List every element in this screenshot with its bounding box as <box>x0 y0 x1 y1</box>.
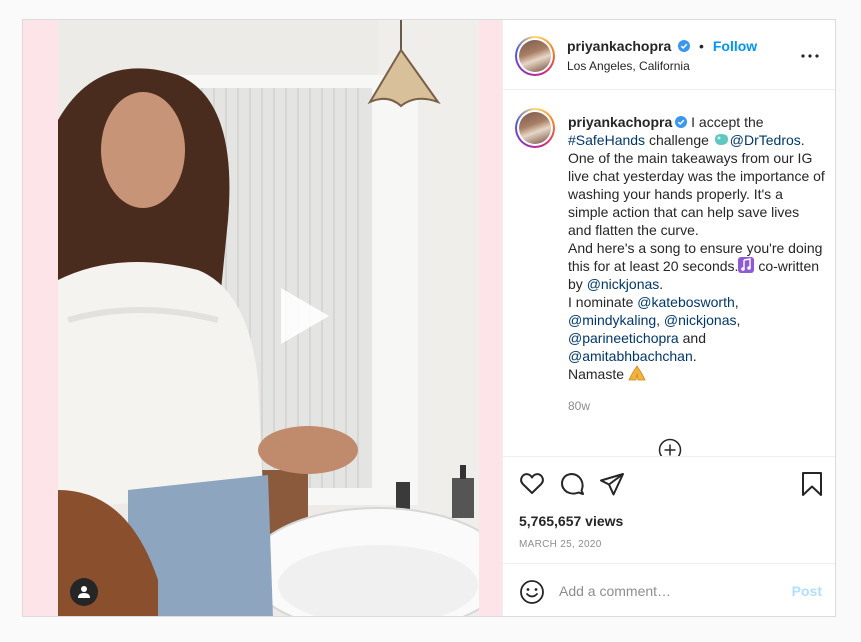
caption-username[interactable]: priyankachopra <box>568 114 672 130</box>
post-date[interactable]: MARCH 25, 2020 <box>519 539 602 550</box>
caption-author-avatar[interactable] <box>515 108 555 148</box>
play-icon <box>281 288 329 344</box>
smiley-icon <box>520 580 544 604</box>
caption-text: and <box>678 330 706 346</box>
mention-link[interactable]: @DrTedros <box>730 132 801 148</box>
comment-bar: Post <box>503 563 835 616</box>
comment-icon <box>561 473 584 495</box>
load-more-comments-button[interactable] <box>658 438 682 456</box>
verified-badge-icon <box>678 40 691 52</box>
mention-link[interactable]: @mindykaling <box>568 312 656 328</box>
save-button[interactable] <box>799 471 825 497</box>
post-time-ago[interactable]: 80w <box>568 399 590 413</box>
mention-link[interactable]: @amitabhbachchan <box>568 348 693 364</box>
play-button[interactable] <box>269 284 333 348</box>
caption-area: priyankachopra I accept the #SafeHands c… <box>503 90 835 456</box>
author-username[interactable]: priyankachopra <box>567 38 671 54</box>
mention-link[interactable]: @parineetichopra <box>568 330 679 346</box>
more-options-button[interactable] <box>800 46 820 66</box>
caption-text: , <box>656 312 664 328</box>
heart-icon <box>520 473 544 494</box>
caption-text: . <box>659 276 664 292</box>
video-player[interactable] <box>58 20 479 616</box>
mention-link[interactable]: @nickjonas <box>587 276 660 292</box>
avatar-image <box>519 40 551 72</box>
caption-text: challenge <box>645 132 713 148</box>
tagged-user-button[interactable] <box>70 578 98 606</box>
post-header: priyankachopra • Follow Los Angeles, Cal… <box>503 20 835 90</box>
hashtag-link[interactable]: #SafeHands <box>568 132 645 148</box>
post-caption: priyankachopra I accept the #SafeHands c… <box>568 113 826 383</box>
folded-hands-emoji-icon <box>628 365 646 381</box>
post-sidebar: priyankachopra • Follow Los Angeles, Cal… <box>502 20 835 616</box>
verified-badge-icon <box>675 116 688 128</box>
comment-input[interactable] <box>559 580 779 602</box>
share-button[interactable] <box>599 471 625 497</box>
soap-emoji-icon <box>714 134 728 145</box>
caption-text: I accept the <box>687 114 764 130</box>
view-count[interactable]: 5,765,657 views <box>519 513 623 529</box>
caption-text: Namaste <box>568 366 628 382</box>
share-icon <box>600 473 624 496</box>
comment-button[interactable] <box>559 471 585 497</box>
mention-link[interactable]: @katebosworth <box>637 294 734 310</box>
mention-link[interactable]: @nickjonas <box>664 312 737 328</box>
user-icon <box>78 586 90 598</box>
post-media <box>23 20 502 616</box>
more-horizontal-icon <box>801 54 819 58</box>
like-button[interactable] <box>519 471 545 497</box>
bookmark-icon <box>802 472 822 496</box>
instagram-post: priyankachopra • Follow Los Angeles, Cal… <box>22 19 836 617</box>
separator-dot: • <box>699 38 704 54</box>
caption-text: I nominate <box>568 294 638 310</box>
follow-button[interactable]: Follow <box>713 38 757 54</box>
caption-text: , <box>734 294 739 310</box>
emoji-picker-button[interactable] <box>519 579 545 605</box>
author-avatar[interactable] <box>515 36 555 76</box>
post-actions: 5,765,657 views MARCH 25, 2020 Post <box>503 456 835 616</box>
post-location[interactable]: Los Angeles, California <box>567 59 690 73</box>
plus-circle-icon <box>658 438 682 456</box>
music-notes-emoji-icon <box>738 257 755 273</box>
avatar-image <box>519 112 551 144</box>
caption-text: , <box>736 312 741 328</box>
post-comment-button[interactable]: Post <box>792 583 822 599</box>
caption-text: . <box>692 348 697 364</box>
